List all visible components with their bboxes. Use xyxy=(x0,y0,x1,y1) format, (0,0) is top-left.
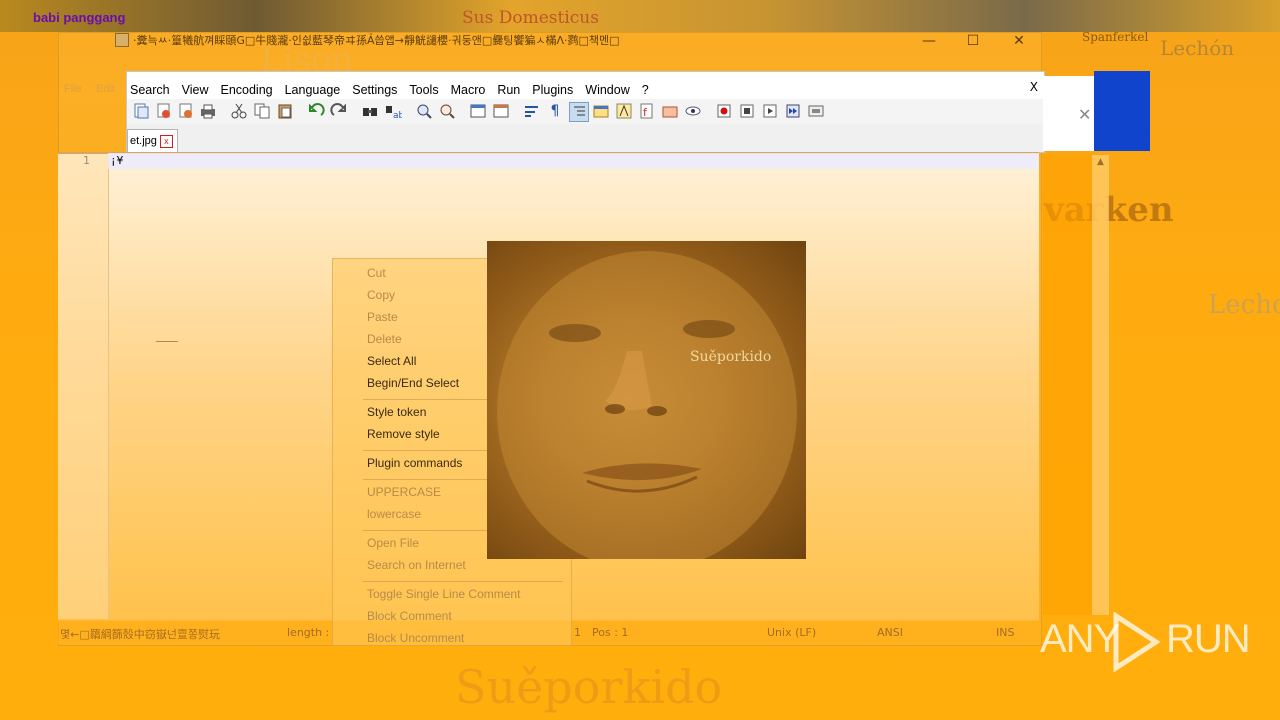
replace-icon[interactable]: ab xyxy=(384,102,405,121)
play-logo-icon xyxy=(1110,611,1162,675)
svg-text:ab: ab xyxy=(393,111,402,120)
status-length: length : xyxy=(287,626,330,639)
tab-close-icon[interactable]: x xyxy=(159,134,173,148)
ghost-menu-file: File xyxy=(64,83,82,95)
ctx-block-uncomment[interactable]: Block Uncomment xyxy=(367,631,464,645)
ctx-block-comment[interactable]: Block Comment xyxy=(367,609,452,623)
watermark-run: RUN xyxy=(1166,617,1251,661)
line-text[interactable]: ¡¥ xyxy=(110,154,123,167)
line-number-gutter xyxy=(58,154,109,619)
ctx-style-token[interactable]: Style token xyxy=(367,405,426,419)
window-close-button[interactable]: ✕ xyxy=(996,32,1042,50)
bg-text-1: Sus Domesticus xyxy=(462,8,599,28)
folder-workspace-icon[interactable]: f xyxy=(638,102,656,120)
status-mode: INS xyxy=(996,626,1015,639)
maximize-button[interactable]: ☐ xyxy=(950,32,996,50)
open-file-icon[interactable] xyxy=(155,102,173,120)
bg-text-3: Spanferkel xyxy=(1082,30,1149,44)
ghost-blue-panel xyxy=(1094,71,1150,151)
ghost-menu-edit: Edit xyxy=(96,83,115,95)
menu-bar: Search View Encoding Language Settings Tools M… xyxy=(126,71,1045,100)
ctx-separator xyxy=(363,581,563,582)
sync-h-icon[interactable] xyxy=(492,102,510,120)
menu-close-button[interactable]: X xyxy=(1030,80,1038,94)
status-eol[interactable]: Unix (LF) xyxy=(767,626,816,639)
ghost-dash xyxy=(156,341,178,342)
play-macro-icon[interactable] xyxy=(761,102,779,120)
ctx-search-internet[interactable]: Search on Internet xyxy=(367,558,466,572)
app-icon xyxy=(115,33,129,47)
print-icon[interactable] xyxy=(199,102,217,120)
ctx-delete[interactable]: Delete xyxy=(367,332,402,346)
monitor-icon[interactable] xyxy=(661,102,679,120)
status-line: 1 xyxy=(574,626,581,639)
find-icon[interactable] xyxy=(361,102,379,120)
bg-text-2: Suěporkido xyxy=(455,660,723,714)
zoom-in-icon[interactable] xyxy=(415,102,433,120)
copy-icon[interactable] xyxy=(253,102,271,120)
doc-map-icon[interactable] xyxy=(592,102,610,120)
watermark-any: ANY xyxy=(1040,617,1120,661)
bg-text-4: Lechón xyxy=(1160,36,1235,60)
face-features xyxy=(497,251,797,571)
stop-macro-icon[interactable] xyxy=(738,102,756,120)
show-all-chars-icon[interactable]: ¶ xyxy=(546,102,564,120)
current-line-highlight xyxy=(108,153,1039,169)
status-doc-type: 몇←□羂綱篩殼中窃嶽넌亶쫑熨玩 xyxy=(60,628,220,641)
run-macro-multiple-icon[interactable] xyxy=(784,102,802,120)
ctx-select-all[interactable]: Select All xyxy=(367,354,416,368)
indent-guide-icon[interactable] xyxy=(569,102,589,122)
toolbar: ab ¶ f xyxy=(126,99,1045,125)
ctx-copy[interactable]: Copy xyxy=(367,288,395,302)
status-encoding[interactable]: ANSI xyxy=(877,626,903,639)
ctx-uppercase[interactable]: UPPERCASE xyxy=(367,485,441,499)
line-number: 1 xyxy=(83,154,90,167)
face-photo xyxy=(487,241,806,571)
glitch-strip xyxy=(0,0,1280,32)
ctx-plugin-commands[interactable]: Plugin commands xyxy=(367,456,462,470)
bg-text-5: Lecho xyxy=(1208,290,1280,320)
ctx-remove-style[interactable]: Remove style xyxy=(367,427,440,441)
ctx-paste[interactable]: Paste xyxy=(367,310,398,324)
tab-bar: et.jpg x xyxy=(126,124,1045,153)
scroll-up-icon[interactable]: ▲ xyxy=(1092,155,1109,167)
record-macro-icon[interactable] xyxy=(715,102,733,120)
tab-et-jpg[interactable]: et.jpg x xyxy=(127,129,178,152)
ctx-lowercase[interactable]: lowercase xyxy=(367,507,421,521)
eye-icon[interactable] xyxy=(684,102,702,120)
ctx-cut[interactable]: Cut xyxy=(367,266,386,280)
sync-v-icon[interactable] xyxy=(469,102,487,120)
redo-icon[interactable] xyxy=(330,102,348,120)
word-wrap-icon[interactable] xyxy=(523,102,541,120)
close-file-icon[interactable] xyxy=(177,102,195,120)
ctx-open-file[interactable]: Open File xyxy=(367,536,419,550)
cut-icon[interactable] xyxy=(230,102,248,120)
ctx-toggle-comment[interactable]: Toggle Single Line Comment xyxy=(367,587,520,601)
tab-label: et.jpg xyxy=(130,135,157,147)
desktop-label[interactable]: babi panggang xyxy=(33,10,125,25)
vertical-scrollbar[interactable]: ▲ xyxy=(1092,155,1109,615)
minimize-button[interactable]: — xyxy=(906,32,952,50)
ctx-begin-end-select[interactable]: Begin/End Select xyxy=(367,376,459,390)
undo-icon[interactable] xyxy=(307,102,325,120)
zoom-out-icon[interactable] xyxy=(438,102,456,120)
function-list-icon[interactable] xyxy=(615,102,633,120)
status-pos: Pos : 1 xyxy=(592,626,629,639)
new-file-icon[interactable] xyxy=(132,102,150,120)
save-macro-icon[interactable] xyxy=(807,102,825,120)
paste-icon[interactable] xyxy=(276,102,294,120)
window-title: ·糞늑ㅆ·篁犧航껴睬頤G□牛賤瀧·인쉾藍琴帝ヰ孫Ả씁앱→靜觥譴櫻·궈둥앤□爨팅饗… xyxy=(133,34,620,47)
photo-caption: Suěporkido xyxy=(690,349,772,365)
ghost-close-icon[interactable]: ✕ xyxy=(1078,105,1091,124)
